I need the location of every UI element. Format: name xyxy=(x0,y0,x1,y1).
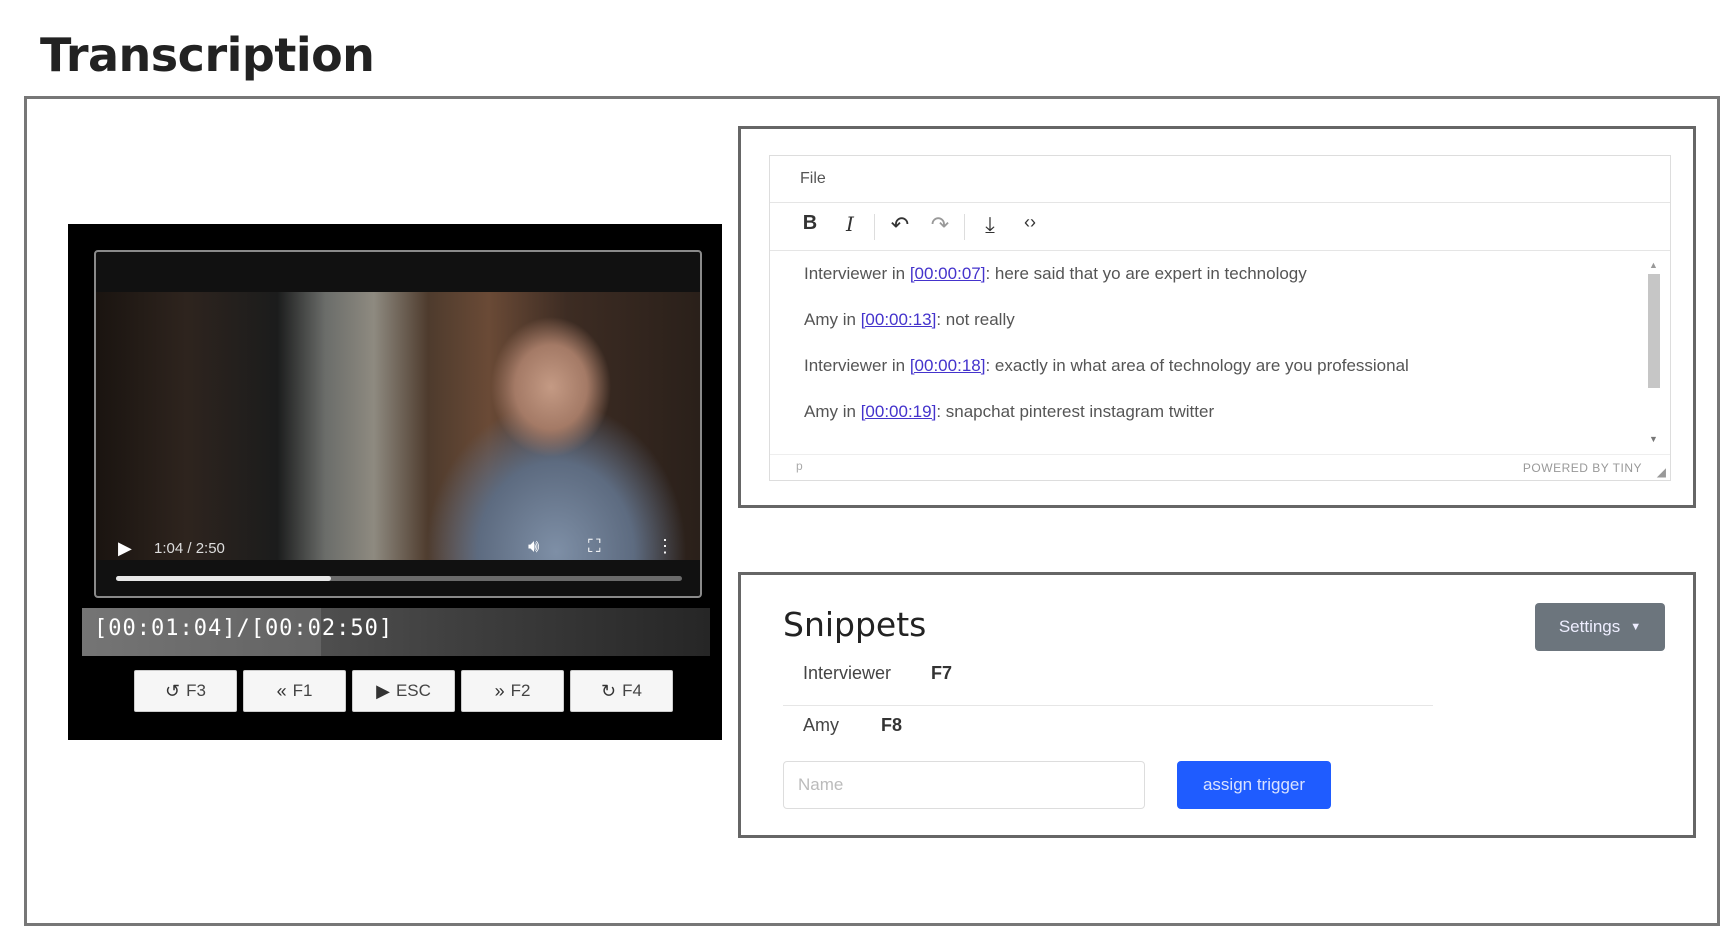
player-shortcut-buttons: ↺ F3 « F1 ▶ ESC » F2 ↻ F4 xyxy=(134,670,673,712)
more-options-icon[interactable]: ⋮ xyxy=(656,536,674,557)
snippet-key-amy: F8 xyxy=(881,715,903,735)
video-progress-bar[interactable] xyxy=(116,576,682,581)
timecode-display: [00:01:04]/[00:02:50] xyxy=(94,616,394,641)
editor-status-bar: p POWERED BY TINY ◢ xyxy=(770,454,1670,481)
source-code-icon[interactable]: ‹› xyxy=(1016,212,1044,233)
transcript-line[interactable]: Interviewer in [00:00:07]: here said tha… xyxy=(804,264,1307,284)
video-image xyxy=(96,292,700,560)
page-title: Transcription xyxy=(40,28,375,82)
toolbar-divider xyxy=(964,214,965,240)
transcript-line[interactable]: Interviewer in [00:00:18]: exactly in wh… xyxy=(804,356,1409,376)
settings-dropdown-button[interactable]: Settings ▼ xyxy=(1535,603,1665,651)
settings-label: Settings xyxy=(1558,617,1621,636)
resize-handle-icon[interactable]: ◢ xyxy=(1657,465,1666,479)
powered-by-link[interactable]: POWERED BY TINY xyxy=(1523,461,1642,475)
utterance-text: : here said that yo are expert in techno… xyxy=(985,264,1307,283)
timestamp-link[interactable]: [00:00:13] xyxy=(861,310,937,329)
rich-text-editor: File B I ↶ ↷ ⤓ ‹› Interviewer in [00:00:… xyxy=(769,155,1671,481)
snippet-name-input[interactable] xyxy=(783,761,1145,809)
video-play-icon[interactable]: ▶ xyxy=(118,538,132,559)
editor-scrollbar[interactable]: ▲ ▼ xyxy=(1648,260,1660,448)
snippet-name-amy[interactable]: Amy xyxy=(803,715,839,736)
video-progress-fill xyxy=(116,576,332,581)
video-time: 1:04 / 2:50 xyxy=(154,540,225,557)
shortcut-button-f4[interactable]: ↻ F4 xyxy=(570,670,673,712)
shortcut-label: F4 xyxy=(622,681,642,700)
shortcut-button-esc[interactable]: ▶ ESC xyxy=(352,670,455,712)
caret-down-icon: ▼ xyxy=(1630,621,1642,633)
scroll-up-icon[interactable]: ▲ xyxy=(1649,260,1658,270)
snippets-title: Snippets xyxy=(783,605,927,644)
snippets-card: Snippets Settings ▼ Interviewer F7 Amy F… xyxy=(738,572,1696,838)
video-player: ▶ 1:04 / 2:50 🔊︎ ⛶ ⋮ [00:01:04]/[00:02:5… xyxy=(68,224,722,740)
forward-icon: » xyxy=(494,680,505,701)
timecode-bar[interactable]: [00:01:04]/[00:02:50] xyxy=(82,608,710,656)
snippet-key-interviewer: F7 xyxy=(931,663,953,683)
fullscreen-icon[interactable]: ⛶ xyxy=(588,536,601,557)
utterance-text: : snapchat pinterest instagram twitter xyxy=(936,402,1215,421)
rewind-icon: ↺ xyxy=(165,680,181,701)
speaker-label: Amy in xyxy=(804,402,861,421)
transcript-line[interactable]: Amy in [00:00:13]: not really xyxy=(804,310,1015,330)
shortcut-button-f3[interactable]: ↺ F3 xyxy=(134,670,237,712)
timestamp-link[interactable]: [00:00:07] xyxy=(910,264,986,283)
undo-icon[interactable]: ↶ xyxy=(886,212,914,238)
scroll-down-icon[interactable]: ▼ xyxy=(1649,434,1658,444)
shortcut-label: ESC xyxy=(395,681,431,700)
utterance-text: : not really xyxy=(936,310,1015,329)
redo-icon[interactable]: ↷ xyxy=(926,212,954,238)
editor-toolbar: B I ↶ ↷ ⤓ ‹› xyxy=(770,202,1670,251)
play-icon: ▶ xyxy=(376,680,390,701)
speaker-label: Interviewer in xyxy=(804,264,910,283)
back-icon: « xyxy=(276,680,287,701)
video-frame[interactable]: ▶ 1:04 / 2:50 🔊︎ ⛶ ⋮ xyxy=(94,250,702,598)
menu-file[interactable]: File xyxy=(800,170,826,188)
element-path[interactable]: p xyxy=(796,459,803,473)
assign-trigger-button[interactable]: assign trigger xyxy=(1177,761,1331,809)
snippet-name-interviewer[interactable]: Interviewer xyxy=(803,663,891,684)
shortcut-button-f2[interactable]: » F2 xyxy=(461,670,564,712)
editor-menu-bar: File xyxy=(770,156,1670,203)
bold-button[interactable]: B xyxy=(796,212,824,235)
transcript-line[interactable]: Amy in [00:00:19]: snapchat pinterest in… xyxy=(804,402,1214,422)
speaker-label: Amy in xyxy=(804,310,861,329)
shortcut-label: F1 xyxy=(292,681,313,700)
italic-button[interactable]: I xyxy=(836,212,864,236)
snippet-divider xyxy=(783,705,1433,706)
speaker-label: Interviewer in xyxy=(804,356,910,375)
scroll-thumb[interactable] xyxy=(1648,274,1660,388)
restart-icon: ↻ xyxy=(601,680,617,701)
shortcut-label: F3 xyxy=(186,681,206,700)
volume-icon[interactable]: 🔊︎ xyxy=(528,536,539,557)
download-icon[interactable]: ⤓ xyxy=(976,212,1004,238)
toolbar-divider xyxy=(874,214,875,240)
timestamp-link[interactable]: [00:00:18] xyxy=(910,356,986,375)
transcript-editor-card: File B I ↶ ↷ ⤓ ‹› Interviewer in [00:00:… xyxy=(738,126,1696,508)
utterance-text: : exactly in what area of technology are… xyxy=(985,356,1409,375)
shortcut-button-f1[interactable]: « F1 xyxy=(243,670,346,712)
video-controls: ▶ 1:04 / 2:50 🔊︎ ⛶ ⋮ xyxy=(96,526,700,596)
shortcut-label: F2 xyxy=(510,681,531,700)
editor-content[interactable]: Interviewer in [00:00:07]: here said tha… xyxy=(770,252,1670,454)
timestamp-link[interactable]: [00:00:19] xyxy=(861,402,937,421)
